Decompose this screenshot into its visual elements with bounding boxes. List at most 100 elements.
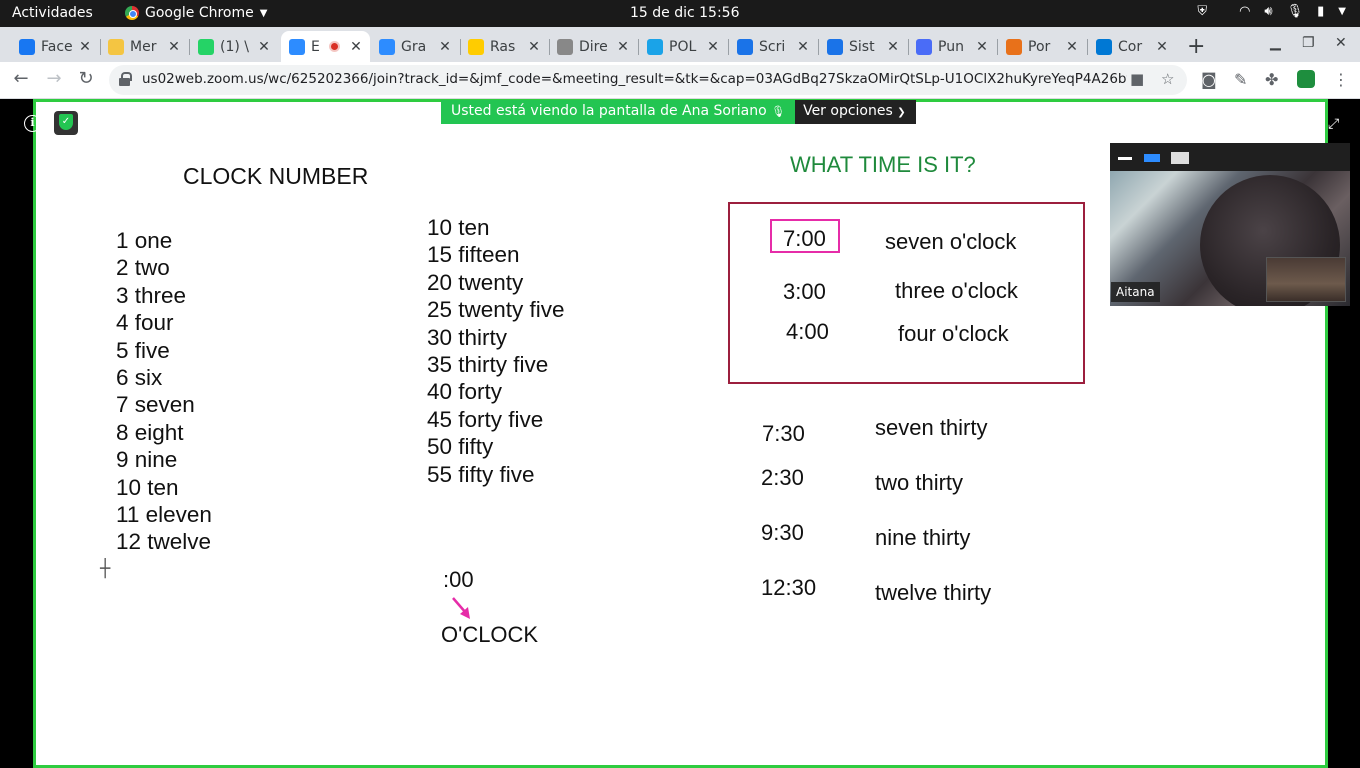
view-options-button[interactable]: Ver opciones ❯ bbox=[795, 100, 916, 124]
fullscreen-icon[interactable]: ⤢ bbox=[1328, 116, 1339, 132]
whatsapp-icon bbox=[198, 38, 214, 55]
screenshot-extension-icon[interactable]: ◙ bbox=[1201, 70, 1217, 89]
volume-icon: 🔊︎ bbox=[1264, 4, 1273, 19]
minimize-button[interactable]: ▁ bbox=[1270, 35, 1281, 51]
number-word-item: 50 fifty bbox=[427, 434, 494, 460]
close-tab-icon[interactable]: ✕ bbox=[1154, 39, 1170, 55]
url-text[interactable]: us02web.zoom.us/wc/625202366/join?track_… bbox=[142, 71, 1127, 87]
number-word-item: 7 seven bbox=[116, 392, 195, 418]
number-word-item: 10 ten bbox=[427, 215, 490, 240]
time-digits: 7:00 bbox=[783, 226, 826, 251]
chevron-down-icon: ❯ bbox=[897, 107, 906, 118]
browser-tab[interactable]: POL ✕ bbox=[639, 31, 727, 62]
close-tab-icon[interactable]: ✕ bbox=[256, 39, 272, 55]
browser-tab[interactable]: Mer ✕ bbox=[100, 31, 188, 62]
close-window-button[interactable]: ✕ bbox=[1335, 35, 1347, 51]
system-menu-caret-icon: ▼ bbox=[1338, 6, 1346, 17]
pol-icon bbox=[647, 38, 663, 55]
zoom-icon bbox=[379, 38, 395, 55]
reload-button[interactable]: ↻ bbox=[75, 68, 97, 89]
system-top-bar: Actividades Google Chrome ▼ 15 de dic 15… bbox=[0, 0, 1360, 27]
encryption-shield-icon[interactable] bbox=[54, 111, 78, 135]
number-word-item: 55 fifty five bbox=[427, 461, 535, 487]
gallery-view-icon[interactable] bbox=[1171, 152, 1189, 164]
minimize-video-icon[interactable] bbox=[1118, 157, 1132, 160]
number-word-item: 20 twenty bbox=[427, 269, 524, 295]
lock-icon[interactable] bbox=[119, 72, 132, 86]
speaker-view-icon[interactable] bbox=[1144, 154, 1160, 162]
tab-label: (1) \ bbox=[220, 38, 249, 55]
number-word-item: 12 twelve bbox=[116, 529, 212, 555]
browser-tab[interactable]: E ✕ bbox=[281, 31, 370, 62]
zoom-icon bbox=[289, 38, 305, 55]
browser-tab[interactable]: Pun ✕ bbox=[908, 31, 996, 62]
number-word-item: 3 three bbox=[116, 282, 187, 308]
number-word-item: 8 eight bbox=[116, 419, 184, 445]
extension-icon[interactable]: ✎ bbox=[1234, 70, 1247, 89]
facebook-icon bbox=[19, 38, 35, 55]
close-tab-icon[interactable]: ✕ bbox=[1064, 39, 1080, 55]
app-name: Google Chrome bbox=[145, 5, 254, 21]
address-bar[interactable]: us02web.zoom.us/wc/625202366/join?track_… bbox=[109, 65, 1187, 95]
browser-tab[interactable]: Face ✕ bbox=[11, 31, 99, 62]
sharing-message: Usted está viendo la pantalla de Ana Sor… bbox=[441, 100, 796, 124]
tab-label: Cor bbox=[1118, 38, 1143, 55]
self-view-thumbnail bbox=[1266, 257, 1346, 302]
time-words: nine thirty bbox=[875, 525, 971, 550]
crosshair-cursor-icon: ┼ bbox=[100, 559, 111, 579]
browser-tab[interactable]: Gra ✕ bbox=[371, 31, 459, 62]
browser-tab[interactable]: Sist ✕ bbox=[819, 31, 907, 62]
time-words: three o'clock bbox=[895, 278, 1018, 303]
pink-arrow-icon bbox=[452, 597, 470, 619]
oclock-label: O'CLOCK bbox=[441, 622, 539, 647]
number-word-item: 30 thirty bbox=[427, 324, 508, 350]
number-word-item: 2 two bbox=[116, 255, 170, 281]
dhl-icon bbox=[468, 38, 484, 55]
close-tab-icon[interactable]: ✕ bbox=[974, 39, 990, 55]
number-word-item: 35 thirty five bbox=[427, 352, 549, 378]
back-button[interactable]: ← bbox=[10, 68, 32, 89]
pun-icon bbox=[916, 38, 932, 55]
close-tab-icon[interactable]: ✕ bbox=[615, 39, 631, 55]
muted-mic-icon: 🎙︎ bbox=[771, 105, 786, 118]
browser-tab[interactable]: Scri ✕ bbox=[729, 31, 817, 62]
colon-zero-zero: :00 bbox=[443, 567, 474, 592]
wifi-icon: ◠ bbox=[1239, 4, 1251, 19]
close-tab-icon[interactable]: ✕ bbox=[166, 39, 182, 55]
close-tab-icon[interactable]: ✕ bbox=[77, 39, 93, 55]
browser-tab[interactable]: Dire ✕ bbox=[549, 31, 637, 62]
close-tab-icon[interactable]: ✕ bbox=[795, 39, 811, 55]
browser-tab[interactable]: Cor ✕ bbox=[1088, 31, 1176, 62]
activities-button[interactable]: Actividades bbox=[12, 5, 93, 21]
close-tab-icon[interactable]: ✕ bbox=[348, 39, 364, 55]
system-tray[interactable]: ⛨ ◠ 🔊︎ 🎙︎ ▮ ▼ bbox=[1197, 4, 1346, 19]
close-tab-icon[interactable]: ✕ bbox=[705, 39, 721, 55]
app-menu[interactable]: Google Chrome ▼ bbox=[125, 5, 267, 21]
browser-tab[interactable]: (1) \ ✕ bbox=[190, 31, 278, 62]
maximize-button[interactable]: ❐ bbox=[1302, 35, 1315, 51]
new-tab-button[interactable]: + bbox=[1187, 34, 1205, 59]
tab-label: E bbox=[311, 38, 320, 55]
chrome-menu-icon[interactable]: ⋮ bbox=[1333, 70, 1349, 89]
browser-tab[interactable]: Ras ✕ bbox=[460, 31, 548, 62]
numbers-list-one-to-twelve: 1 one 2 two 3 three 4 four 5 five 6 six 7 seve… bbox=[116, 227, 212, 556]
meeting-info-icon[interactable]: i bbox=[24, 115, 41, 132]
camera-in-use-icon[interactable]: ■ bbox=[1130, 70, 1144, 88]
close-tab-icon[interactable]: ✕ bbox=[885, 39, 901, 55]
browser-tab[interactable]: Por ✕ bbox=[998, 31, 1086, 62]
time-words: twelve thirty bbox=[875, 580, 992, 605]
profile-extension-icon[interactable] bbox=[1297, 70, 1315, 88]
close-tab-icon[interactable]: ✕ bbox=[437, 39, 453, 55]
cloud-icon bbox=[737, 38, 753, 55]
browser-toolbar: ← → ↻ us02web.zoom.us/wc/625202366/join?… bbox=[0, 62, 1360, 99]
time-digits: 2:30 bbox=[761, 465, 804, 490]
participant-video-tile[interactable]: Aitana bbox=[1110, 143, 1350, 306]
battery-icon: ▮ bbox=[1317, 4, 1325, 19]
numbers-list-tens: 10 ten 15 fifteen 20 twenty 25 twenty five 3… bbox=[427, 214, 565, 488]
system-clock[interactable]: 15 de dic 15:56 bbox=[630, 5, 739, 21]
extensions-puzzle-icon[interactable]: ✤ bbox=[1265, 70, 1278, 89]
bookmark-star-icon[interactable]: ☆ bbox=[1161, 70, 1174, 88]
forward-button[interactable]: → bbox=[43, 68, 65, 89]
tab-label: Por bbox=[1028, 38, 1051, 55]
close-tab-icon[interactable]: ✕ bbox=[526, 39, 542, 55]
